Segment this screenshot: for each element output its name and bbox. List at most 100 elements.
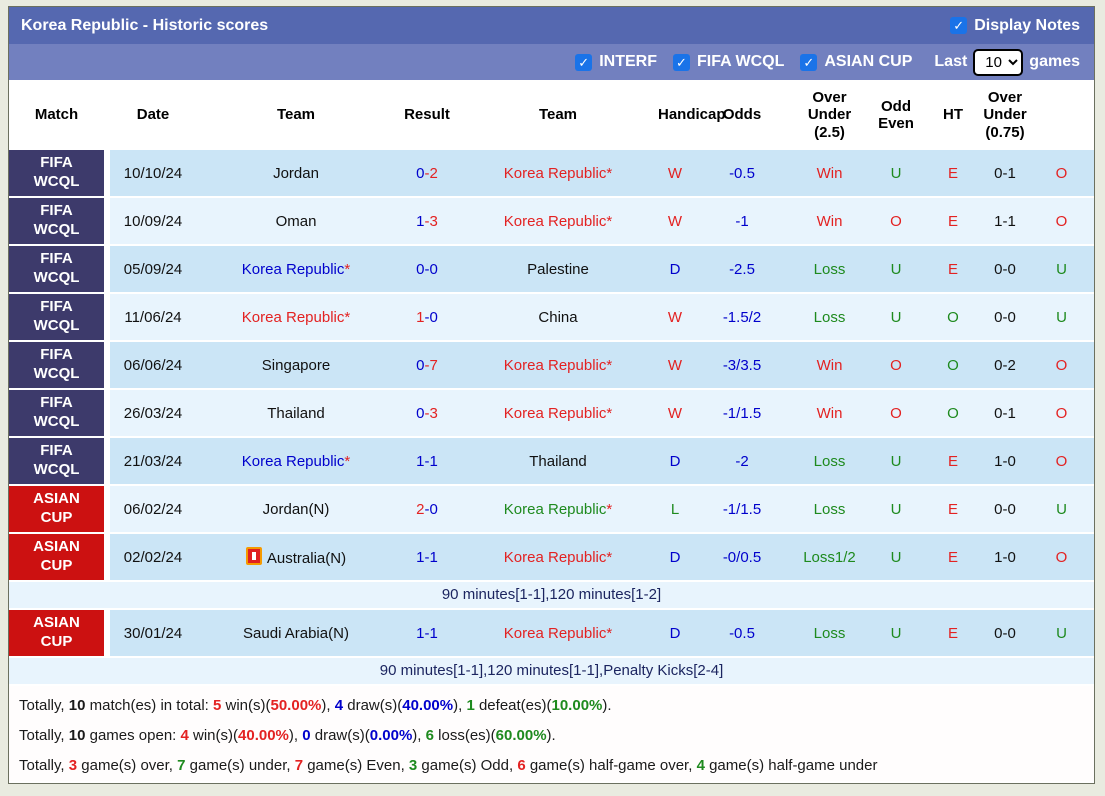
odd-even-cell: E [947,500,958,518]
text-segment: -1 [424,452,438,470]
competition-badge-line: WCQL [33,221,80,238]
totals-line: Totally, 10 match(es) in total: 5 win(s)… [19,691,1084,721]
text-segment: Thailand [267,404,325,422]
column-header: Date [136,106,170,124]
filter-toggle-asian-cup[interactable]: ✓ ASIAN CUP [800,53,912,71]
wdl-cell: D [669,624,681,642]
date-cell: 30/01/24 [123,624,183,642]
text-segment: 40.00% [402,697,454,714]
text-segment: * [606,356,613,374]
date-cell: 02/02/24 [123,548,183,566]
totals-section: Totally, 10 match(es) in total: 5 win(s)… [9,686,1094,781]
text-segment: Korea Republic [241,452,345,470]
date-cell: 11/06/24 [124,308,182,326]
odd-even-cell: O [947,404,959,422]
column-header-match: Match [34,106,79,124]
ht-cell: 1-0 [994,548,1016,566]
text-segment: 0 [416,164,425,182]
result-cell: 0-2 [396,165,458,182]
over-under-075-cell: O [1055,356,1068,374]
text-segment: 1 [416,452,425,470]
text-segment: 40.00% [238,727,289,744]
table-body: FIFA WCQL 10/10/24 Jordan 0-2 Korea Republic*… [9,150,1094,684]
ht-cell: 0-1 [994,164,1016,182]
result-cell: 1-3 [396,213,458,230]
competition-badge: ASIAN CUP [9,534,104,580]
ht-cell: 0-0 [994,624,1016,642]
text-segment: -0 [424,308,438,326]
over-under-25-cell: U [890,308,902,326]
filter-toggle-fifa-wcql[interactable]: ✓ FIFA WCQL [672,53,784,71]
display-notes-toggle[interactable]: ✓ Display Notes [950,17,1080,35]
column-header: Handicap [658,106,726,124]
display-notes-checkbox[interactable]: ✓ [950,17,968,34]
text-segment: -0 [424,260,438,278]
column-header: Odds [722,106,762,124]
ht-cell: 0-0 [994,308,1016,326]
over-under-075-cell: O [1055,164,1068,182]
check-icon: ✓ [676,54,687,70]
text-segment: ), [288,727,303,744]
text-segment: * [606,624,613,642]
over-under-075-cell: U [1056,308,1067,326]
text-segment: * [606,164,613,182]
text-segment: Jordan(N) [262,500,330,518]
match-note: 90 minutes[1-1],120 minutes[1-1],Penalty… [9,658,1094,684]
table-row: FIFA WCQL 21/03/24 Korea Republic* 1-1 Thaila… [9,438,1094,484]
wdl-cell: D [669,452,681,470]
text-segment: Korea Republic [503,500,607,518]
text-segment: * [344,452,351,470]
competition-badge: FIFA WCQL [9,198,104,244]
over-under-25-cell: U [890,548,902,566]
text-segment: 0 [416,404,425,422]
filter-checkbox[interactable]: ✓ [800,53,818,71]
text-segment: -2 [424,164,438,182]
table-header: Match Date Team Result Team Handicap Odds Over… [9,80,1094,150]
home-team-cell: Jordan(N) [196,501,396,518]
text-segment: Korea Republic [503,624,607,642]
table-row: FIFA WCQL 10/09/24 Oman 1-3 Korea Republic* W -… [9,198,1094,244]
text-segment: * [606,548,613,566]
competition-badge: ASIAN CUP [9,486,104,532]
competition-badge: ASIAN CUP [9,610,104,656]
competition-badge-line: WCQL [33,317,80,334]
text-segment: Totally, [19,697,69,714]
filter-checkbox[interactable]: ✓ [575,53,593,71]
text-segment: Korea Republic [241,308,345,326]
filter-items: ✓ INTERF ✓ FIFA WCQL ✓ ASIAN CUP [575,53,928,71]
text-segment: Jordan [273,164,319,182]
column-header: Team [538,106,578,124]
competition-badge-line: CUP [40,633,73,650]
text-segment: 0 [416,260,425,278]
odds-cell: Win [816,356,843,374]
competition-badge-line: FIFA [40,298,73,316]
date-cell: 06/02/24 [123,500,183,518]
text-segment: * [606,212,613,230]
table-row-cells: 21/03/24 Korea Republic* 1-1 Thailand D -2 Los… [110,438,1094,484]
table-row-cells: 26/03/24 Thailand 0-3 Korea Republic* W -1/1.… [110,390,1094,436]
odds-cell: Win [816,164,843,182]
text-segment: Australia(N) [266,550,347,567]
odd-even-cell: E [947,212,958,230]
competition-badge-line: WCQL [33,365,80,382]
text-segment: Totally, [19,757,69,774]
filter-checkbox[interactable]: ✓ [672,53,690,71]
over-under-075-cell: U [1056,260,1067,278]
check-icon: ✓ [803,54,815,70]
table-row-cells: 02/02/24 Australia(N) 1-1 Korea Republic* D -… [110,534,1094,580]
text-segment: Korea Republic [503,164,607,182]
filter-toggle-interf[interactable]: ✓ INTERF [575,53,657,71]
odd-even-cell: O [947,308,959,326]
display-notes-label: Display Notes [974,16,1080,34]
odds-cell: Loss [813,500,846,518]
last-games-select[interactable]: 10 [973,48,1024,76]
competition-badge-line: WCQL [33,461,80,478]
text-segment: * [606,404,613,422]
text-segment: win(s)( [188,727,239,744]
text-segment: -7 [424,356,438,374]
result-cell: 0-0 [396,261,458,278]
over-under-25-cell: U [890,164,902,182]
ht-cell: 0-0 [994,260,1016,278]
competition-badge-line: FIFA [40,154,73,172]
table-row-cells: 10/09/24 Oman 1-3 Korea Republic* W -1 Win O E 1-… [110,198,1094,244]
